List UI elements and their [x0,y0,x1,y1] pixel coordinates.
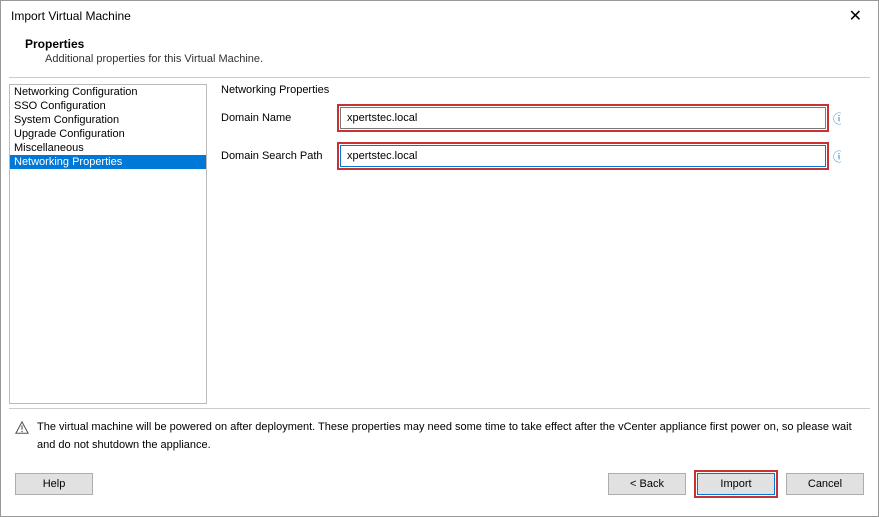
page-subtitle: Additional properties for this Virtual M… [25,53,854,65]
domain-search-path-highlight [337,142,829,170]
back-button[interactable]: < Back [608,473,686,495]
info-icon[interactable]: ⓘ [833,148,841,165]
sidebar-nav: Networking Configuration SSO Configurati… [9,84,207,404]
sidebar-item-networking-properties[interactable]: Networking Properties [10,155,206,169]
section-title: Networking Properties [221,84,870,96]
domain-name-highlight [337,104,829,132]
content-area: Networking Properties Domain Name ⓘ Doma… [207,84,870,408]
warning-text: The virtual machine will be powered on a… [37,419,864,454]
domain-search-path-label: Domain Search Path [221,150,337,162]
import-highlight: Import [694,470,778,498]
warning-icon [15,421,29,435]
sidebar-item-sso-config[interactable]: SSO Configuration [10,99,206,113]
cancel-button[interactable]: Cancel [786,473,864,495]
info-icon[interactable]: ⓘ [833,110,841,127]
header-section: Properties Additional properties for thi… [1,29,878,77]
domain-name-label: Domain Name [221,112,337,124]
sidebar-item-miscellaneous[interactable]: Miscellaneous [10,141,206,155]
domain-name-input[interactable] [340,107,826,129]
help-button[interactable]: Help [15,473,93,495]
sidebar-item-system-config[interactable]: System Configuration [10,113,206,127]
page-title: Properties [25,37,854,51]
sidebar-item-upgrade-config[interactable]: Upgrade Configuration [10,127,206,141]
sidebar-item-networking-config[interactable]: Networking Configuration [10,85,206,99]
window-title: Import Virtual Machine [11,9,131,23]
domain-search-path-input[interactable] [340,145,826,167]
close-icon[interactable]: ✕ [843,6,868,26]
import-button[interactable]: Import [697,473,775,495]
